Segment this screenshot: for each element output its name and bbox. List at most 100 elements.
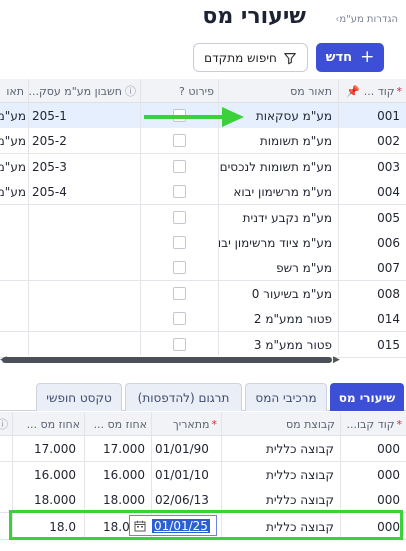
tab-translation[interactable]: תרגום (להדפסות) xyxy=(125,383,242,411)
cell-percent-1[interactable]: 18.000 xyxy=(84,487,151,512)
cell-code[interactable]: 008 xyxy=(338,281,406,306)
cell-percent-2[interactable]: 18.000 xyxy=(12,487,84,512)
cell-extra[interactable] xyxy=(0,332,28,357)
cell-description[interactable]: פטור ממע"מ 3 xyxy=(218,332,338,357)
table-row[interactable]: 015 פטור ממע"מ 3 xyxy=(0,332,406,358)
cell-description[interactable]: מע"מ ציוד מרשימון יבוא xyxy=(218,230,338,255)
cell-extra[interactable] xyxy=(0,205,28,230)
cell-breakdown[interactable] xyxy=(140,230,218,255)
breakdown-checkbox[interactable] xyxy=(172,312,186,325)
cell-code[interactable]: 002 xyxy=(338,128,406,153)
cell-code[interactable]: 014 xyxy=(338,306,406,331)
tab-tax-components[interactable]: מרכיבי המס xyxy=(245,383,327,411)
cell-breakdown[interactable] xyxy=(140,154,218,179)
cell-account[interactable] xyxy=(28,230,140,255)
column-header-percent-2[interactable]: אחוז מס ... xyxy=(12,412,84,436)
cell-description[interactable]: פטור ממע"מ 2 xyxy=(218,306,338,331)
cell-breakdown[interactable] xyxy=(140,255,218,280)
cell-tax-group[interactable]: קבוצה כללית xyxy=(221,436,340,461)
table-row[interactable]: 004 מע"מ מרשימון יבוא 205-4 מע"מ xyxy=(0,179,406,205)
table-row[interactable]: 003 מע"מ תשומות לנכסים 205-3 מע"מ xyxy=(0,154,406,180)
cell-description[interactable]: מע"מ בשיעור 0 xyxy=(218,281,338,306)
breakdown-checkbox[interactable] xyxy=(172,261,186,274)
scroll-right-icon[interactable]: ▶ xyxy=(333,355,340,365)
column-header-code[interactable]: * קוד ... 📌 xyxy=(338,79,406,103)
cell-breakdown[interactable] xyxy=(140,306,218,331)
cell-code[interactable]: 015 xyxy=(338,332,406,357)
cell-extra[interactable] xyxy=(0,255,28,280)
cell-breakdown[interactable] xyxy=(140,281,218,306)
cell-account[interactable]: 205-4 xyxy=(28,179,140,204)
cell-group-code[interactable]: 000 xyxy=(340,462,406,487)
column-header-extra[interactable]: תאו xyxy=(0,79,28,103)
cell-account[interactable] xyxy=(28,306,140,331)
advanced-search-button[interactable]: חיפוש מתקדם xyxy=(193,43,308,72)
cell-breakdown[interactable] xyxy=(140,205,218,230)
cell-extra[interactable]: מע"מ xyxy=(0,179,28,204)
cell-group-code[interactable]: 000 xyxy=(340,487,406,512)
cell-breakdown[interactable] xyxy=(140,128,218,153)
cell-account[interactable] xyxy=(28,332,140,357)
cell-account[interactable]: 205-3 xyxy=(28,154,140,179)
column-header-group-code[interactable]: * קוד קבו... xyxy=(340,412,406,436)
cell-extra[interactable] xyxy=(0,230,28,255)
breakdown-checkbox[interactable] xyxy=(172,211,186,224)
cell-account[interactable] xyxy=(28,205,140,230)
cell-description[interactable]: מע"מ תשומות xyxy=(218,128,338,153)
cell-percent-2[interactable]: 16.000 xyxy=(12,462,84,487)
cell-code[interactable]: 001 xyxy=(338,103,406,128)
table-row[interactable]: 002 מע"מ תשומות 205-2 מע"מ xyxy=(0,128,406,154)
table-row[interactable]: 000 קבוצה כללית 01/01/90 17.000 17.000 xyxy=(0,436,406,462)
cell-from-date[interactable]: 01/01/10 xyxy=(151,462,221,487)
breakdown-checkbox[interactable] xyxy=(172,160,186,173)
cell-extra[interactable]: מע"מ xyxy=(0,154,28,179)
cell-code[interactable]: 005 xyxy=(338,205,406,230)
cell-code[interactable]: 007 xyxy=(338,255,406,280)
cell-breakdown[interactable] xyxy=(140,332,218,357)
horizontal-scrollbar[interactable] xyxy=(2,357,332,363)
cell-account[interactable] xyxy=(28,255,140,280)
cell-extra[interactable]: מע"מ xyxy=(0,128,28,153)
table-row[interactable]: 005 מע"מ נקבע ידנית xyxy=(0,205,406,231)
column-header-breakdown[interactable]: פירוט ? xyxy=(140,79,218,103)
tab-tax-rates[interactable]: שיעורי מס xyxy=(330,383,404,411)
column-header-tax-group[interactable]: קבוצת מס xyxy=(221,412,339,436)
breakdown-checkbox[interactable] xyxy=(172,236,186,249)
table-row[interactable]: 008 מע"מ בשיעור 0 xyxy=(0,281,406,307)
cell-tax-group[interactable]: קבוצה כללית xyxy=(221,462,340,487)
table-row[interactable]: 007 מע"מ רשפ xyxy=(0,255,406,281)
cell-code[interactable]: 006 xyxy=(338,230,406,255)
cell-account[interactable]: 205-1 xyxy=(28,103,140,128)
cell-description[interactable]: מע"מ מרשימון יבוא xyxy=(218,179,338,204)
breakdown-checkbox[interactable] xyxy=(172,185,186,198)
cell-code[interactable]: 004 xyxy=(338,179,406,204)
cell-account[interactable]: 205-2 xyxy=(28,128,140,153)
breadcrumb-label[interactable]: הגדרות מע"מ xyxy=(339,14,398,25)
cell-description[interactable]: מע"מ נקבע ידנית xyxy=(218,205,338,230)
tab-free-text[interactable]: טקסט חופשי xyxy=(36,383,122,411)
cell-percent-1[interactable]: 17.000 xyxy=(84,436,151,461)
cell-extra[interactable] xyxy=(0,306,28,331)
cell-percent-2[interactable]: 17.000 xyxy=(12,436,84,461)
breadcrumb[interactable]: ‹הגדרות מע"מ xyxy=(330,14,398,25)
cell-group-code[interactable]: 000 xyxy=(340,436,406,461)
column-header-from-date[interactable]: * מתאריך xyxy=(151,412,221,436)
new-button[interactable]: + חדש xyxy=(316,43,384,72)
column-header-percent-1[interactable]: אחוז מס ... xyxy=(84,412,151,436)
cell-extra[interactable]: מע"מ xyxy=(0,103,28,128)
table-row[interactable]: 006 מע"מ ציוד מרשימון יבוא xyxy=(0,230,406,256)
breakdown-checkbox[interactable] xyxy=(172,287,186,300)
cell-tax-group[interactable]: קבוצה כללית xyxy=(221,487,340,512)
table-row[interactable]: 014 פטור ממע"מ 2 xyxy=(0,306,406,332)
cell-breakdown[interactable] xyxy=(140,179,218,204)
table-row[interactable]: 000 קבוצה כללית 01/01/10 16.000 16.000 xyxy=(0,462,406,488)
cell-from-date[interactable]: 01/01/90 xyxy=(151,436,221,461)
column-header-account[interactable]: ⓘ חשבון מע"מ עסק... xyxy=(28,79,140,103)
cell-percent-1[interactable]: 16.000 xyxy=(84,462,151,487)
breakdown-checkbox[interactable] xyxy=(172,338,186,351)
cell-from-date[interactable]: 02/06/13 xyxy=(151,487,221,512)
cell-description[interactable]: מע"מ תשומות לנכסים xyxy=(218,154,338,179)
breakdown-checkbox[interactable] xyxy=(172,134,186,147)
cell-extra[interactable] xyxy=(0,281,28,306)
cell-code[interactable]: 003 xyxy=(338,154,406,179)
